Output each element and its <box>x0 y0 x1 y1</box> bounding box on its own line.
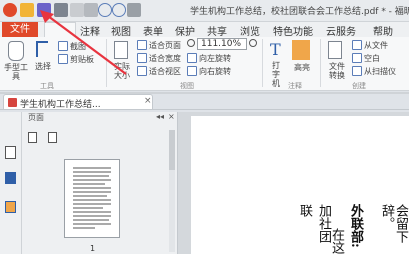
document-tab-bar: 学生机构工作总结... × <box>0 92 409 110</box>
close-tab-icon[interactable]: × <box>144 96 152 106</box>
menu-form[interactable]: 表单 <box>143 23 163 38</box>
menu-cloud[interactable]: 云服务 <box>326 23 356 38</box>
app-logo-icon[interactable] <box>3 3 17 17</box>
zoom-in-icon[interactable] <box>249 39 257 47</box>
from-scanner-button[interactable]: 从扫描仪 <box>364 66 396 77</box>
typewriter-button[interactable]: 打字机 <box>271 61 281 88</box>
ribbon-separator <box>262 39 263 87</box>
menu-share[interactable]: 共享 <box>207 23 227 38</box>
scrollbar-thumb[interactable] <box>169 130 175 170</box>
file-convert-icon[interactable] <box>328 41 342 59</box>
page-thumbnail[interactable] <box>64 159 120 238</box>
doc-text-column: 加社团联 <box>297 204 331 243</box>
rotate-right-icon[interactable] <box>187 66 197 76</box>
highlight-button[interactable]: 高亮 <box>294 62 310 73</box>
thumbnail-text-lines <box>73 167 111 229</box>
hand-icon[interactable] <box>8 41 24 61</box>
menu-browse[interactable]: 浏览 <box>240 23 260 38</box>
fit-width-icon[interactable] <box>137 53 147 63</box>
page-number-label: 1 <box>90 244 96 253</box>
menu-protect[interactable]: 保护 <box>175 23 195 38</box>
panel-close-icon[interactable]: × <box>168 112 175 121</box>
zoom-select[interactable]: 111.10% <box>197 38 247 50</box>
doc-text-column: 辞。 <box>379 204 394 230</box>
from-file-icon[interactable] <box>352 40 362 50</box>
pages-panel: 页面 ◂◂ × 1 <box>22 112 178 254</box>
page-options-icon[interactable] <box>28 132 37 143</box>
page-delete-icon[interactable] <box>48 132 57 143</box>
attachments-icon[interactable] <box>5 201 16 213</box>
menu-help[interactable]: 帮助 <box>373 23 393 38</box>
navigation-strip <box>0 112 22 254</box>
file-convert-button[interactable]: 文件转换 <box>326 62 348 80</box>
ribbon-separator <box>320 39 321 87</box>
fit-visible-icon[interactable] <box>137 66 147 76</box>
rotate-right-button[interactable]: 向右旋转 <box>199 66 231 77</box>
rotate-left-icon[interactable] <box>187 53 197 63</box>
scanner-icon[interactable] <box>352 66 362 76</box>
pages-panel-header: 页面 ◂◂ × <box>22 112 178 124</box>
group-comment-label: 注释 <box>288 82 302 90</box>
pages-panel-title: 页面 <box>28 113 44 122</box>
doc-heading: 外联部: <box>348 204 363 248</box>
document-tab[interactable]: 学生机构工作总结... × <box>3 94 153 110</box>
zoom-out-icon[interactable] <box>187 39 195 47</box>
fit-visible-button[interactable]: 适合视区 <box>149 66 181 77</box>
panel-pin-icon[interactable]: ◂◂ <box>156 112 164 121</box>
document-page: 会留下 辞。 外联部: 在这 加社团联 <box>191 116 409 254</box>
group-tools-label: 工具 <box>40 82 54 90</box>
window-title: 学生机构工作总结，校社团联合会工作总结.pdf * - 福昕阅读器领鲜 <box>190 7 409 17</box>
rotate-left-button[interactable]: 向左旋转 <box>199 53 231 64</box>
pdf-icon <box>8 98 17 107</box>
blank-button[interactable]: 空白 <box>364 53 380 64</box>
fit-width-button[interactable]: 适合宽度 <box>149 53 181 64</box>
highlight-icon[interactable] <box>292 40 310 60</box>
hand-tool-button[interactable]: 手型工具 <box>4 63 28 81</box>
fit-page-button[interactable]: 适合页面 <box>149 40 181 51</box>
from-file-button[interactable]: 从文件 <box>364 40 388 51</box>
group-view-label: 视图 <box>180 82 194 90</box>
fit-page-icon[interactable] <box>137 40 147 50</box>
pages-panel-icon[interactable] <box>5 146 16 159</box>
typewriter-icon[interactable]: T <box>270 41 284 59</box>
panel-scrollbar[interactable] <box>169 130 175 252</box>
layers-icon[interactable] <box>5 172 16 184</box>
document-view: 会留下 辞。 外联部: 在这 加社团联 <box>178 112 409 254</box>
menu-features[interactable]: 特色功能 <box>273 23 313 38</box>
annotation-arrow <box>40 10 127 75</box>
group-create-label: 创建 <box>352 82 366 90</box>
blank-page-icon[interactable] <box>352 53 362 63</box>
